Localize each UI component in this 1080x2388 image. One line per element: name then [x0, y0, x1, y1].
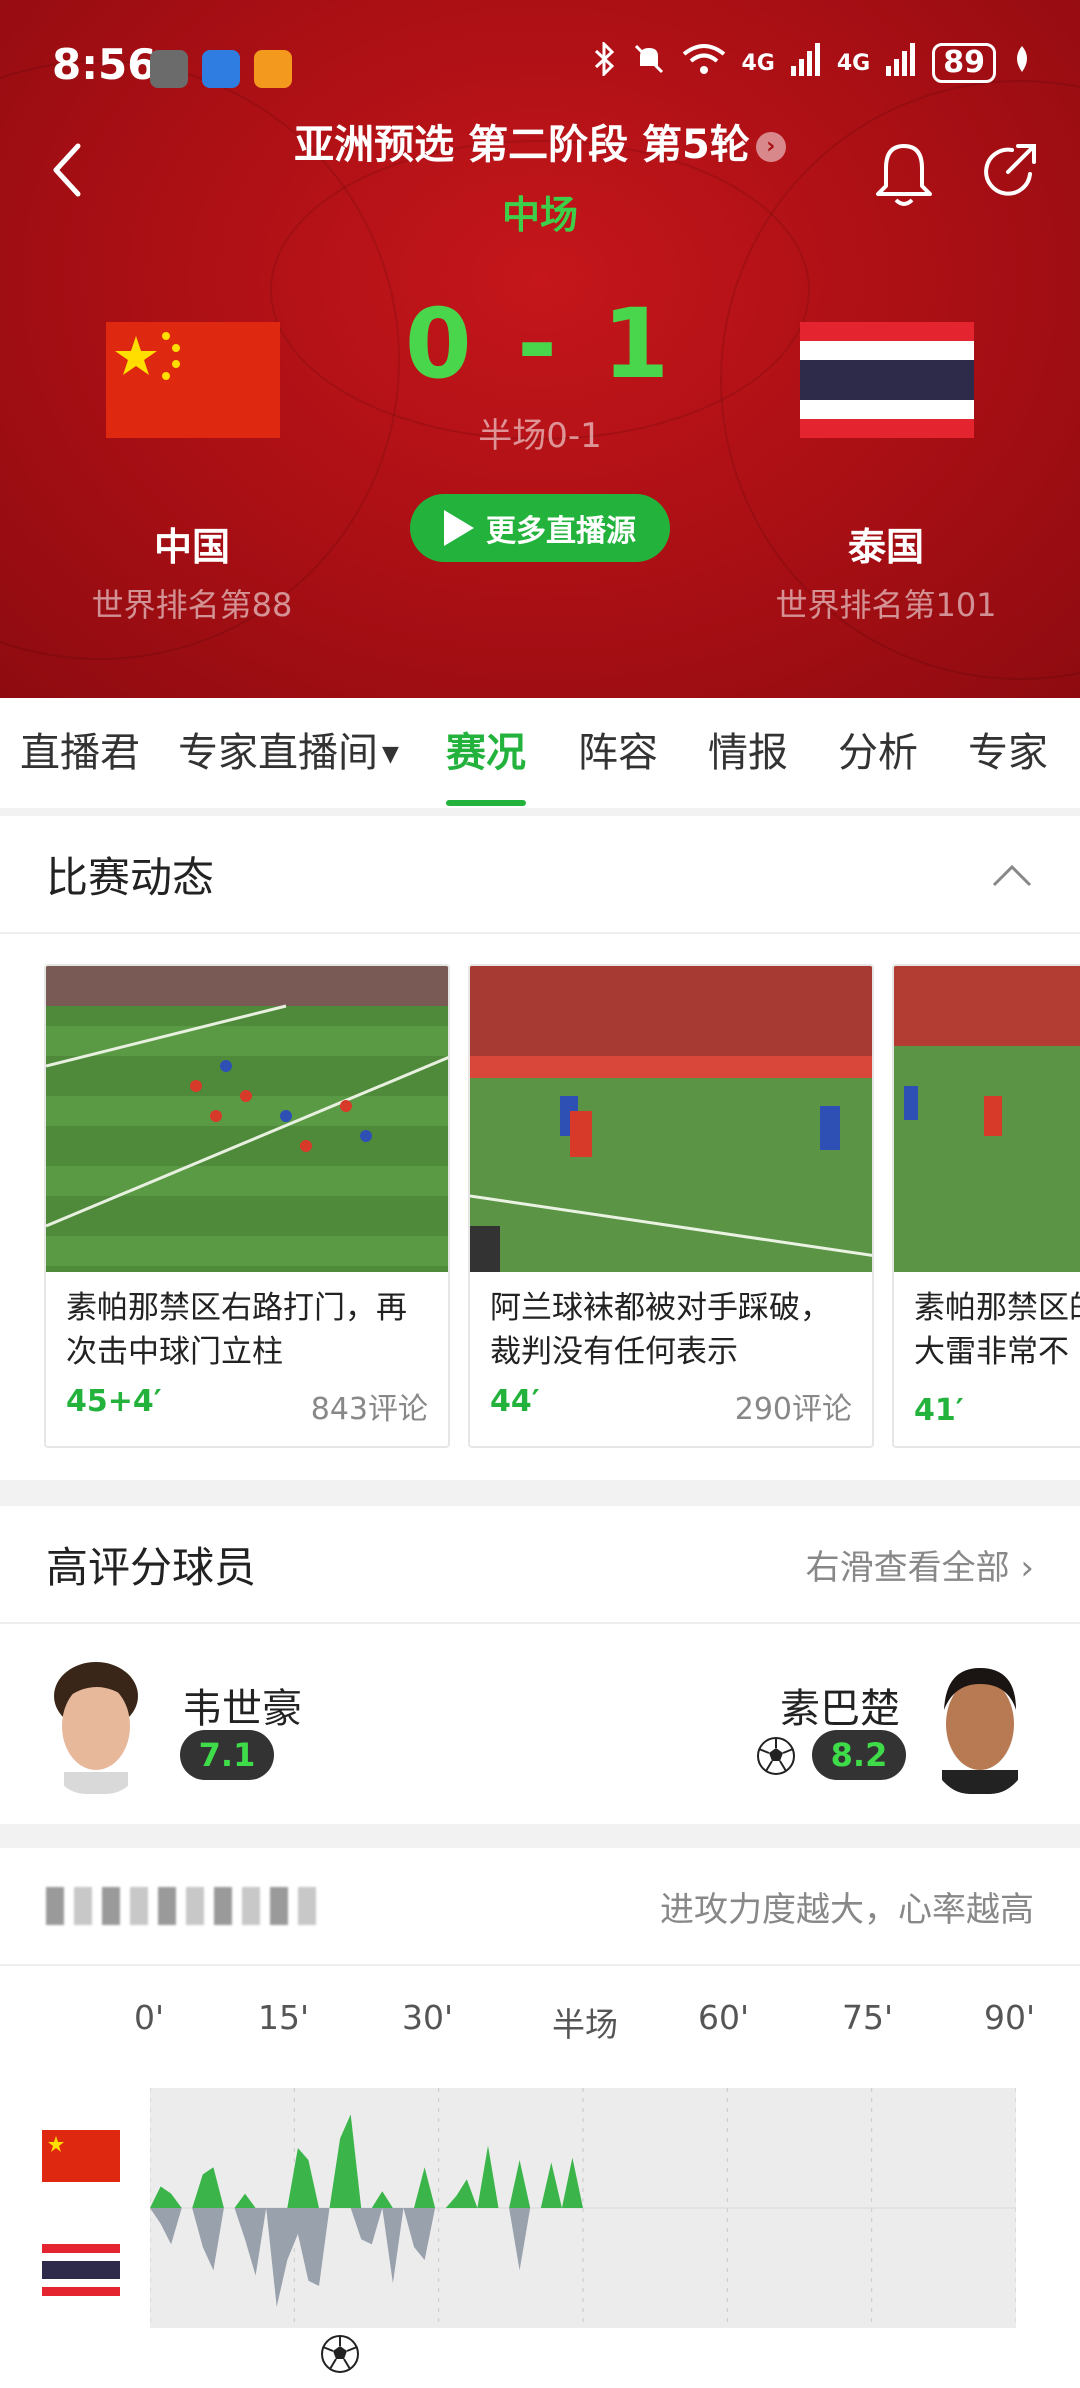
event-thumbnail [470, 966, 872, 1272]
chevron-right-icon: › [1020, 1547, 1034, 1588]
event-minute: 45+4′ [66, 1384, 162, 1419]
event-text: 素帕那禁区右路打门，再次击中球门立柱 [66, 1290, 407, 1370]
events-header[interactable]: 比赛动态 [0, 816, 1080, 934]
axis-label: 15' [258, 1998, 310, 2037]
home-momentum-series [150, 2114, 583, 2208]
tab-bar: 直播君 专家直播间 ▼ 赛况 阵容 情报 分析 专家 [0, 698, 1080, 808]
axis-label: 60' [698, 1998, 750, 2037]
event-minute: 41′ [914, 1393, 964, 1428]
app-icon [254, 50, 292, 88]
thailand-flag-icon [42, 2244, 120, 2296]
players-row: 韦世豪 7.1 素巴楚 8.2 [0, 1624, 1080, 1822]
tab-match-status[interactable]: 赛况 [446, 698, 526, 808]
tab-intel[interactable]: 情报 [708, 698, 788, 808]
event-comments: 843评论 [310, 1392, 428, 1427]
match-header: 8:56 4G 4G 89 亚洲预选 第二阶段 第5轮 › 中场 0 - 1 半… [0, 0, 1080, 698]
tab-expert-room[interactable]: 专家直播间 ▼ [178, 698, 399, 808]
momentum-header: 进攻力度越大，心率越高 [0, 1848, 1080, 1966]
goal-ball-icon [321, 2335, 359, 2373]
axis-label: 半场 [552, 2005, 618, 2044]
player-avatar[interactable] [928, 1654, 1032, 1794]
caret-down-icon: ▼ [382, 742, 399, 767]
axis-label: 0' [134, 1998, 165, 2037]
event-card[interactable]: 阿兰球袜都被对手踩破，裁判没有任何表示 44′ 290评论 [468, 964, 874, 1448]
leaf-icon [1012, 44, 1032, 82]
event-thumbnail [894, 966, 1080, 1272]
match-phase: 中场 [501, 193, 578, 237]
wifi-icon [682, 42, 726, 84]
signal-icon [886, 42, 916, 84]
tab-host[interactable]: 直播君 [20, 698, 140, 808]
momentum-note: 进攻力度越大，心率越高 [660, 1889, 1034, 1930]
top-players-header[interactable]: 高评分球员 右滑查看全部 › [0, 1506, 1080, 1624]
axis-label: 90' [984, 1998, 1036, 2037]
axis-label: 75' [842, 1998, 894, 2037]
home-player-name[interactable]: 韦世豪 [182, 1676, 302, 1734]
event-text: 阿兰球袜都被对手踩破，裁判没有任何表示 [490, 1290, 831, 1370]
top-players-title: 高评分球员 [46, 1542, 257, 1592]
status-bar: 8:56 4G 4G 89 [0, 28, 1080, 108]
player-avatar[interactable] [44, 1654, 148, 1794]
signal-icon [790, 42, 821, 84]
more-streams-button[interactable]: 更多直播源 [410, 494, 670, 562]
events-title: 比赛动态 [46, 852, 215, 902]
tab-lineup[interactable]: 阵容 [578, 698, 658, 808]
app-icon [150, 50, 188, 88]
event-comments: 290评论 [734, 1392, 852, 1427]
more-streams-label: 更多直播源 [486, 514, 636, 549]
halftime-score: 半场0-1 [478, 416, 602, 456]
network-label: 4G [741, 50, 775, 76]
away-player-name[interactable]: 素巴楚 [780, 1676, 900, 1734]
home-player-rating: 7.1 [180, 1730, 274, 1780]
weather-icon [202, 50, 240, 88]
event-minute: 44′ [490, 1384, 540, 1419]
status-time: 8:56 [52, 40, 157, 89]
top-players-section: 高评分球员 右滑查看全部 › 韦世豪 7.1 素巴楚 8.2 [0, 1506, 1080, 1824]
axis-label: 30' [402, 1998, 454, 2037]
event-card[interactable]: 素帕那禁区右路打门，再次击中球门立柱 45+4′ 843评论 [44, 964, 450, 1448]
away-team-name[interactable]: 泰国 [736, 516, 1036, 571]
view-all-link[interactable]: 右滑查看全部 › [806, 1540, 1034, 1589]
tab-experts[interactable]: 专家 [968, 698, 1048, 808]
away-team-rank: 世界排名第101 [775, 586, 997, 624]
away-momentum-series [150, 2208, 583, 2307]
chevron-right-icon: › [755, 132, 786, 162]
chevron-up-icon[interactable] [990, 859, 1034, 889]
network-label: 4G [836, 50, 871, 76]
battery-indicator: 89 [932, 43, 996, 83]
bluetooth-icon [594, 40, 616, 84]
home-team-name[interactable]: 中国 [42, 516, 342, 571]
china-flag-icon [42, 2130, 120, 2182]
tab-expert-room-label: 专家直播间 [178, 730, 378, 776]
event-card[interactable]: 素帕那禁区的王大雷非常不 41′ [892, 964, 1080, 1448]
match-score: 0 - 1 [404, 288, 676, 400]
home-team-rank: 世界排名第88 [91, 586, 293, 624]
mute-icon [632, 42, 666, 84]
round-title-text: 亚洲预选 第二阶段 第5轮 [294, 122, 750, 168]
tab-analysis[interactable]: 分析 [838, 698, 918, 808]
status-icons: 4G 4G 89 [594, 40, 1033, 84]
event-text: 素帕那禁区的王大雷非常不 [914, 1290, 1080, 1370]
play-icon [444, 510, 474, 546]
view-all-label: 右滑查看全部 [805, 1547, 1010, 1588]
momentum-chart [150, 2088, 1016, 2328]
goal-ball-icon [757, 1737, 795, 1775]
away-player-rating: 8.2 [812, 1730, 906, 1780]
event-thumbnail [46, 966, 448, 1272]
blurred-title [46, 1887, 660, 1925]
